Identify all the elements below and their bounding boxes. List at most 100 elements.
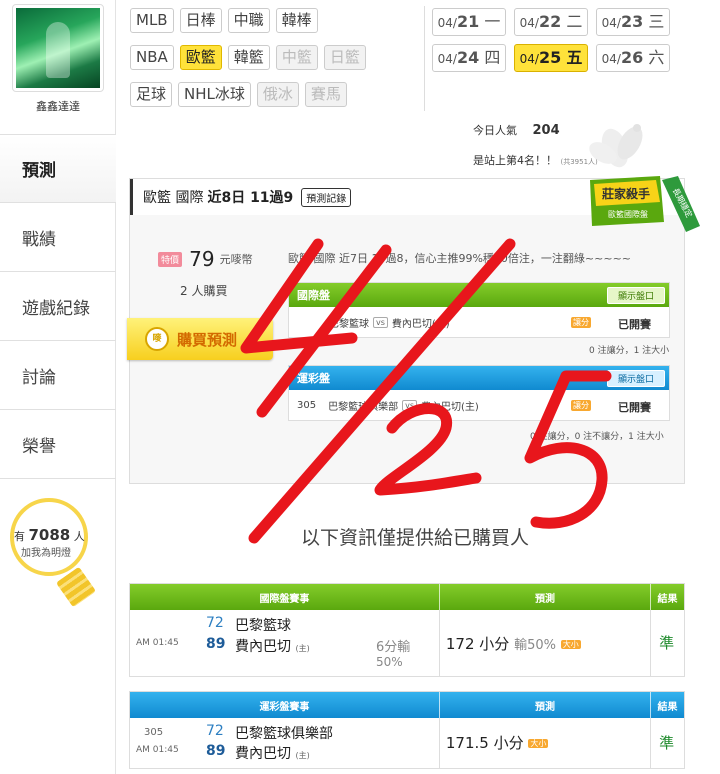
date-month: 04/ bbox=[437, 16, 457, 30]
match-time: AM 01:45 bbox=[136, 745, 179, 755]
lottery-odds-table: 運彩盤 顯示盤口 305 巴黎籃球俱樂部 vs 費內巴切(主) 讓分 已開賽 bbox=[288, 365, 670, 421]
sport-khl: 俄冰 bbox=[256, 82, 299, 107]
col-prediction: 預測 bbox=[440, 692, 652, 718]
badge-line1: 莊家殺手 bbox=[601, 186, 650, 201]
table-row: AM 01:45 72 89 巴黎籃球 費內巴切 (主) 6分輸 50% 172… bbox=[130, 610, 684, 676]
sport-filter: MLB 日棒 中職 韓棒 NBA 歐籃 韓籃 中籃 日籃 足球 NHL冰球 俄冰… bbox=[130, 8, 420, 119]
prediction-record-button[interactable]: 預測記錄 bbox=[301, 187, 352, 207]
score-away: 72 bbox=[206, 615, 224, 631]
spread-result: 6分輸 bbox=[376, 640, 411, 655]
popularity-value: 204 bbox=[532, 123, 560, 138]
date-month: 04/ bbox=[601, 16, 621, 30]
league-name: 歐籃 國際 bbox=[143, 190, 204, 206]
date-month: 04/ bbox=[437, 52, 457, 66]
score-away: 72 bbox=[206, 723, 224, 739]
sport-jp-basketball: 日籃 bbox=[323, 45, 366, 70]
record-summary: 近8日 11過9 bbox=[207, 190, 294, 206]
flower-decoration-icon bbox=[589, 124, 643, 168]
game-number: 305 bbox=[297, 399, 317, 411]
nav-item-game-log[interactable]: 遊戲紀錄 bbox=[0, 272, 116, 341]
sport-row: NBA 歐籃 韓籃 中籃 日籃 bbox=[130, 45, 420, 70]
username[interactable]: 鑫鑫達達 bbox=[0, 98, 116, 114]
show-odds-button[interactable]: 顯示盤口 bbox=[606, 369, 665, 387]
date-month: 04/ bbox=[519, 16, 539, 30]
date-0423[interactable]: 04/23 三 bbox=[596, 8, 670, 36]
team-away: 巴黎籃球 bbox=[235, 618, 291, 634]
intl-odds-header: 國際盤 顯示盤口 bbox=[289, 283, 669, 307]
sidebar: 鑫鑫達達 預測 戰績 遊戲紀錄 討論 榮譽 有 7088 人 加我為明燈 bbox=[0, 0, 116, 774]
pick-value: 172 小分 bbox=[445, 635, 510, 653]
team-home: 費內巴切(主) bbox=[421, 401, 479, 413]
price-box: 特價 79 元嘜幣 bbox=[158, 247, 278, 271]
sport-soccer[interactable]: 足球 bbox=[130, 82, 173, 107]
sport-cpbl[interactable]: 中職 bbox=[227, 8, 270, 33]
sport-jp-baseball[interactable]: 日棒 bbox=[179, 8, 222, 33]
sport-horse-racing: 賽馬 bbox=[304, 82, 347, 107]
divider bbox=[424, 6, 425, 111]
sport-mlb[interactable]: MLB bbox=[130, 8, 174, 33]
table-row: 305 AM 01:45 72 89 巴黎籃球俱樂部 費內巴切 (主) 171.… bbox=[130, 718, 684, 768]
date-day: 22 bbox=[538, 12, 562, 31]
match-cell: 305 AM 01:45 72 89 巴黎籃球俱樂部 費內巴切 (主) bbox=[130, 718, 440, 768]
sport-kr-baseball[interactable]: 韓棒 bbox=[275, 8, 318, 33]
lottery-result-header: 運彩盤賽事 預測 結果 bbox=[130, 692, 684, 718]
col-prediction: 預測 bbox=[440, 584, 652, 610]
show-odds-button[interactable]: 顯示盤口 bbox=[606, 286, 665, 304]
date-weekday: 五 bbox=[566, 48, 583, 67]
sport-row: 足球 NHL冰球 俄冰 賽馬 bbox=[130, 82, 420, 107]
nav-item-honor[interactable]: 榮譽 bbox=[0, 410, 116, 479]
prediction-description: 歐籃 國際 近7日 10過8，信心主推99%穩50倍注，一注翻綠~~~~~ bbox=[288, 252, 632, 265]
buy-button-label: 購買預測 bbox=[177, 330, 238, 349]
date-weekday: 六 bbox=[648, 48, 665, 67]
team-home: 費內巴切 (主) bbox=[235, 743, 310, 763]
sport-eu-basketball[interactable]: 歐籃 bbox=[179, 45, 222, 70]
sport-nba[interactable]: NBA bbox=[130, 45, 174, 70]
pick-value: 171.5 小分 bbox=[445, 734, 524, 752]
lottery-bet-stats: 0 注讓分，0 注不讓分，1 注大小 bbox=[530, 432, 664, 442]
date-day: 25 bbox=[538, 48, 562, 67]
coin-icon: 嘜 bbox=[145, 327, 169, 351]
team-home-name: 費內巴切 bbox=[235, 639, 291, 655]
lamp-widget[interactable]: 有 7088 人 加我為明燈 bbox=[8, 498, 108, 608]
sport-kr-basketball[interactable]: 韓籃 bbox=[227, 45, 270, 70]
prediction-pick: 172 小分 輸50% 大小 bbox=[446, 633, 581, 654]
avatar-frame[interactable] bbox=[12, 4, 104, 92]
result-correct: 準 bbox=[659, 634, 675, 652]
date-0422[interactable]: 04/22 二 bbox=[514, 8, 588, 36]
nav-item-discussion[interactable]: 討論 bbox=[0, 341, 116, 410]
team-away: 巴黎籃球 bbox=[329, 318, 369, 330]
game-number: 305 bbox=[144, 727, 164, 738]
sale-tag: 特價 bbox=[158, 251, 183, 267]
date-day: 23 bbox=[620, 12, 644, 31]
date-0421[interactable]: 04/21 一 bbox=[432, 8, 506, 36]
badge-line2: 歐籃國際盤 bbox=[608, 209, 648, 219]
lottery-title: 運彩盤 bbox=[297, 372, 330, 385]
score-home: 89 bbox=[206, 743, 226, 759]
sport-nhl[interactable]: NHL冰球 bbox=[178, 82, 251, 107]
vs-icon: vs bbox=[373, 316, 388, 328]
date-0424[interactable]: 04/24 四 bbox=[432, 44, 506, 72]
date-day: 26 bbox=[620, 48, 644, 67]
date-month: 04/ bbox=[519, 52, 539, 66]
avatar[interactable] bbox=[16, 8, 100, 88]
score-home: 89 bbox=[206, 636, 226, 652]
team-home-name: 費內巴切 bbox=[235, 746, 291, 762]
nav-item-record[interactable]: 戰績 bbox=[0, 203, 116, 272]
date-day: 21 bbox=[456, 12, 480, 31]
col-result: 結果 bbox=[657, 593, 678, 605]
date-0426[interactable]: 04/26 六 bbox=[596, 44, 670, 72]
match-status: 已開賽 bbox=[618, 401, 651, 414]
date-picker: 04/21 一 04/22 二 04/23 三 04/24 四 04/25 五 … bbox=[432, 8, 672, 80]
popularity: 今日人氣 204 bbox=[473, 122, 560, 138]
team-home: 費內巴切(主) bbox=[391, 318, 450, 330]
prediction-pick: 171.5 小分 大小 bbox=[446, 732, 549, 753]
sport-cn-basketball: 中籃 bbox=[275, 45, 318, 70]
date-row: 04/24 四 04/25 五 04/26 六 bbox=[432, 44, 672, 72]
lottery-result-table: 運彩盤賽事 預測 結果 305 AM 01:45 72 89 巴黎籃球俱樂部 費… bbox=[129, 691, 685, 769]
nav-item-predict[interactable]: 預測 bbox=[0, 134, 116, 203]
date-0425[interactable]: 04/25 五 bbox=[514, 44, 588, 72]
buy-prediction-button[interactable]: 嘜 購買預測 bbox=[127, 318, 273, 360]
date-weekday: 一 bbox=[484, 12, 501, 31]
date-row: 04/21 一 04/22 二 04/23 三 bbox=[432, 8, 672, 36]
match-cell: AM 01:45 72 89 巴黎籃球 費內巴切 (主) 6分輸 50% bbox=[130, 610, 440, 676]
